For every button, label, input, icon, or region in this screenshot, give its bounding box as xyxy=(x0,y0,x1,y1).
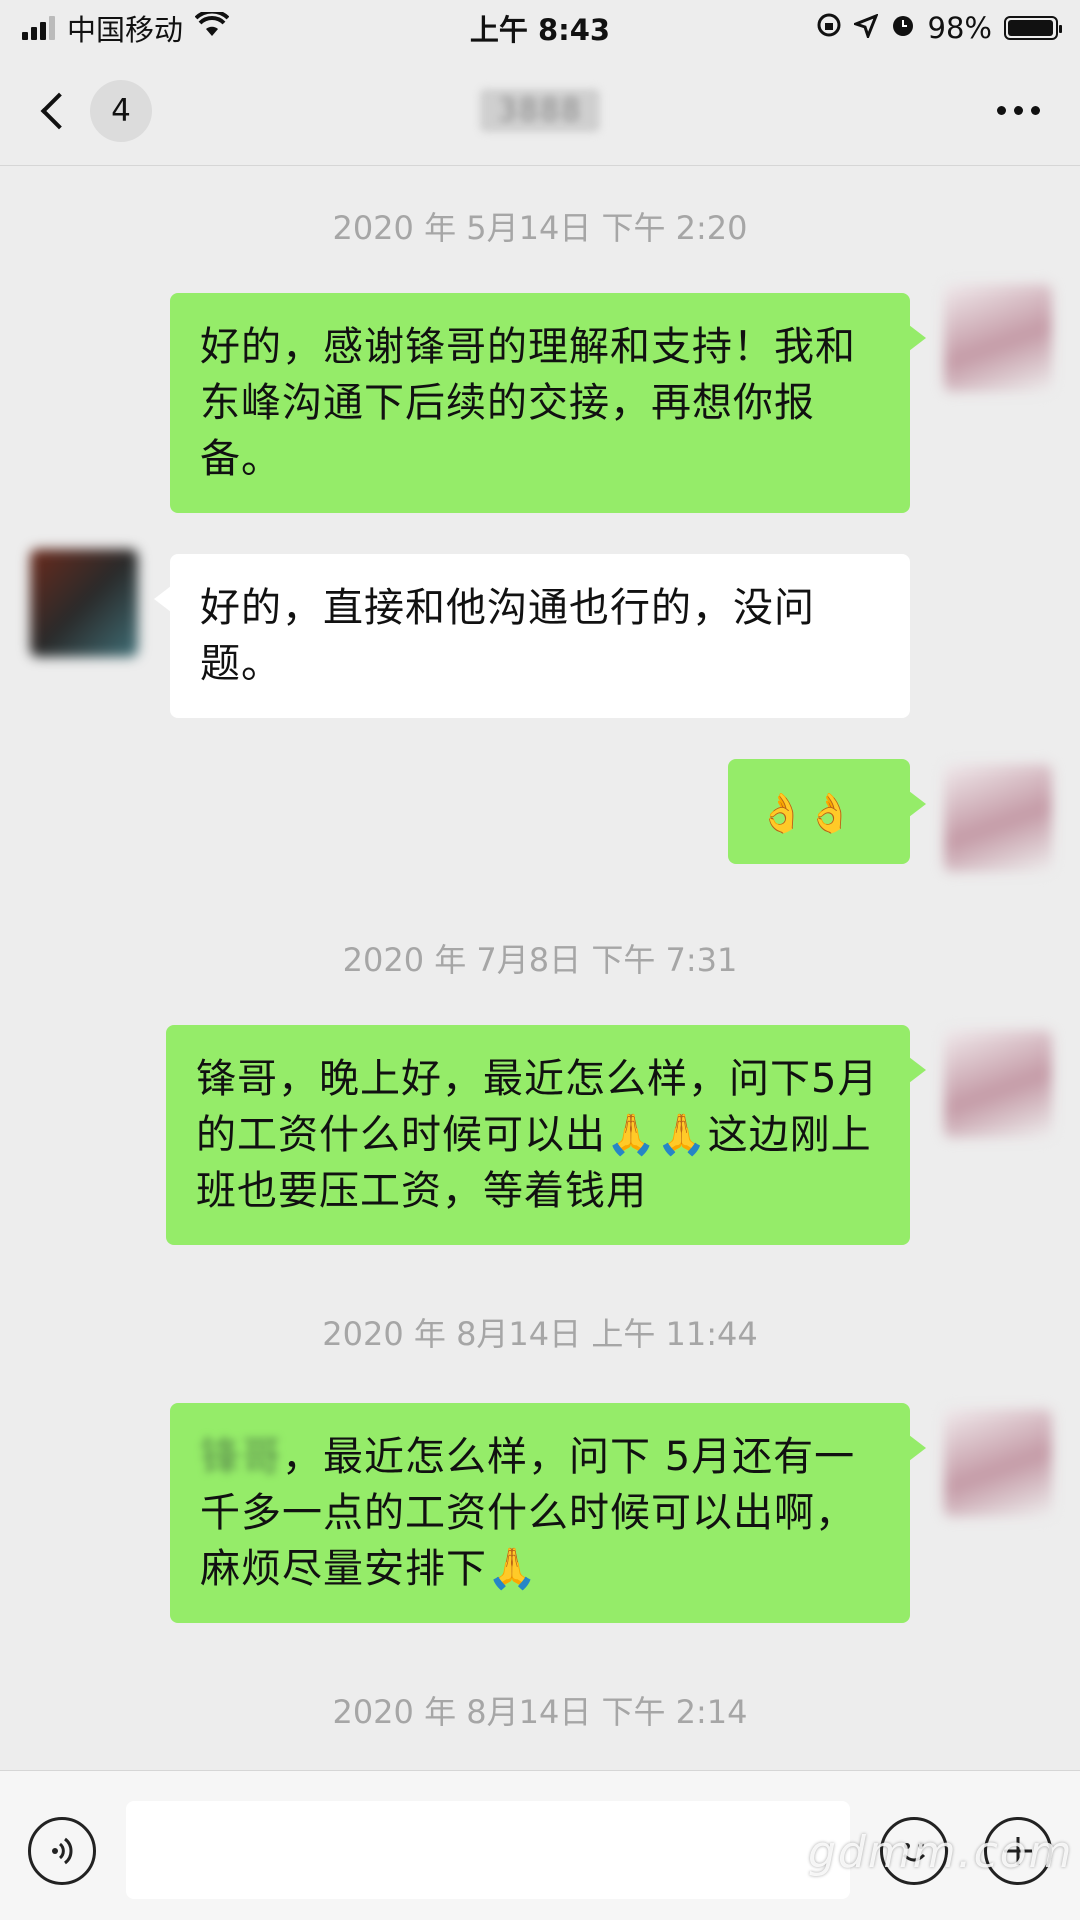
timestamp: 2020 年 8月14日 上午 11:44 xyxy=(322,1315,758,1353)
message-bubble-sent[interactable]: 好的，感谢锋哥的理解和支持！我和东峰沟通下后续的交接，再想你报备。 xyxy=(170,293,926,513)
signal-icon xyxy=(22,16,55,40)
timestamp: 2020 年 5月14日 下午 2:20 xyxy=(332,209,748,247)
my-avatar[interactable] xyxy=(944,764,1052,872)
battery-percent: 98% xyxy=(927,11,992,45)
message-list[interactable]: 2020 年 5月14日 下午 2:20 好的，感谢锋哥的理解和支持！我和东峰沟… xyxy=(0,167,1080,1770)
location-icon xyxy=(851,11,879,45)
contact-avatar[interactable] xyxy=(30,549,138,657)
message-bubble-received[interactable]: 好的，直接和他沟通也行的，没问题。 xyxy=(154,554,910,718)
back-button[interactable]: 4 xyxy=(28,79,152,142)
my-avatar[interactable] xyxy=(944,1030,1052,1138)
chat-title-blurred: 3888 xyxy=(479,89,601,132)
chat-header: 4 3888 xyxy=(0,56,1080,166)
my-avatar[interactable] xyxy=(944,284,1052,392)
my-avatar[interactable] xyxy=(944,1409,1052,1517)
wifi-icon xyxy=(194,9,230,45)
voice-button[interactable] xyxy=(28,1817,96,1885)
voice-icon xyxy=(52,1837,73,1865)
message-bubble-sent[interactable]: 👌👌 xyxy=(728,759,926,864)
message-input[interactable] xyxy=(126,1801,850,1899)
message-text: ，最近怎么样，问下 5月还有一千多一点的工资什么时候可以出啊，麻烦尽量安排下🙏 xyxy=(200,1434,856,1592)
unread-count-badge: 4 xyxy=(90,79,152,142)
more-options-button[interactable] xyxy=(997,106,1040,115)
carrier-label: 中国移动 xyxy=(67,13,184,47)
battery-icon xyxy=(1004,16,1062,40)
watermark: gdmm.com xyxy=(808,1827,1074,1878)
status-bar: 中国移动 上午 8:43 98% xyxy=(0,0,1080,56)
message-bubble-sent[interactable]: 锋哥，晚上好，最近怎么样，问下5月的工资什么时候可以出🙏🙏这边刚上班也要压工资，… xyxy=(166,1025,926,1245)
chevron-left-icon xyxy=(40,92,78,129)
clock-time: 上午 8:43 xyxy=(469,13,611,47)
blurred-name: 锋哥 xyxy=(200,1434,282,1480)
message-bubble-sent[interactable]: 锋哥，最近怎么样，问下 5月还有一千多一点的工资什么时候可以出啊，麻烦尽量安排下… xyxy=(170,1403,926,1623)
timestamp: 2020 年 8月14日 下午 2:14 xyxy=(332,1693,748,1731)
alarm-icon xyxy=(890,11,916,45)
rotation-lock-icon xyxy=(816,11,842,45)
timestamp: 2020 年 7月8日 下午 7:31 xyxy=(342,941,738,979)
